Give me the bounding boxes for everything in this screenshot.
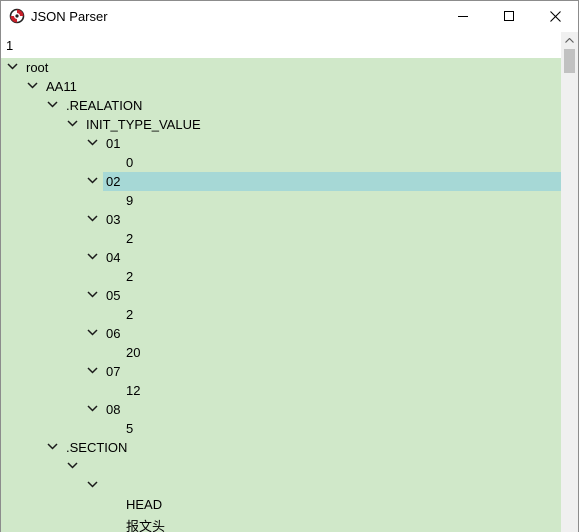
close-button[interactable] — [532, 1, 578, 31]
title-bar[interactable]: JSON Parser — [1, 1, 578, 31]
tree-node-label: 0 — [126, 155, 134, 170]
tree-node[interactable]: 05 — [1, 286, 561, 305]
tree-node-label: 20 — [126, 345, 141, 360]
tree-node[interactable]: 2 — [1, 305, 561, 324]
search-input[interactable] — [1, 32, 578, 58]
tree-node-label: 报文头 — [126, 519, 166, 532]
tree-node[interactable]: 20 — [1, 343, 561, 362]
tree-node-label: 08 — [106, 402, 121, 417]
selection-highlight — [103, 172, 561, 191]
chevron-down-icon[interactable] — [47, 442, 58, 451]
tree-node-selected[interactable]: 02 — [1, 172, 561, 191]
window-title: JSON Parser — [31, 9, 108, 24]
tree-node-label: 2 — [126, 307, 134, 322]
minimize-icon — [458, 16, 468, 17]
tree-node-label: HEAD — [126, 497, 163, 512]
scroll-up-button[interactable] — [561, 32, 578, 49]
search-bar — [1, 32, 578, 58]
chevron-down-icon[interactable] — [87, 290, 98, 299]
tree-node[interactable]: .REALATION — [1, 96, 561, 115]
tree-node-label: .REALATION — [66, 98, 143, 113]
tree-node-label: 04 — [106, 250, 121, 265]
tree-node[interactable]: INIT_TYPE_VALUE — [1, 115, 561, 134]
tree-node-label: 5 — [126, 421, 134, 436]
tree-node[interactable]: 08 — [1, 400, 561, 419]
tree-node[interactable]: 04 — [1, 248, 561, 267]
tree-node-label: 9 — [126, 193, 134, 208]
chevron-down-icon[interactable] — [47, 100, 58, 109]
app-logo-icon — [9, 8, 25, 24]
tree-node-label: 2 — [126, 269, 134, 284]
chevron-down-icon[interactable] — [87, 404, 98, 413]
close-icon — [549, 10, 561, 22]
tree-node-label: 07 — [106, 364, 121, 379]
chevron-down-icon[interactable] — [87, 328, 98, 337]
tree-node[interactable]: 报文头 — [1, 514, 561, 532]
vertical-scrollbar[interactable] — [561, 32, 578, 532]
tree-node[interactable]: root — [1, 58, 561, 77]
tree-node-label: root — [26, 60, 49, 75]
tree-node[interactable]: 01 — [1, 134, 561, 153]
chevron-down-icon[interactable] — [27, 81, 38, 90]
tree-node-label: .SECTION — [66, 440, 128, 455]
tree-node-label: 05 — [106, 288, 121, 303]
chevron-down-icon[interactable] — [87, 214, 98, 223]
tree-node-label: 02 — [106, 174, 121, 189]
tree-node-label: 01 — [106, 136, 121, 151]
tree-node[interactable]: 07 — [1, 362, 561, 381]
chevron-down-icon[interactable] — [87, 252, 98, 261]
tree-node[interactable]: 12 — [1, 381, 561, 400]
tree-node-label: 03 — [106, 212, 121, 227]
maximize-button[interactable] — [486, 1, 532, 31]
tree-node-label: AA11 — [46, 79, 77, 94]
tree-node-label: 06 — [106, 326, 121, 341]
tree-node-label: 12 — [126, 383, 141, 398]
tree-node[interactable]: HEAD — [1, 495, 561, 514]
tree-node[interactable] — [1, 476, 561, 495]
tree-node[interactable]: 5 — [1, 419, 561, 438]
json-tree-view[interactable]: root AA11 .REALATION INIT_TYPE_VALUE 01 0 02 9 0… — [1, 58, 561, 532]
tree-node-label: 2 — [126, 231, 134, 246]
tree-node[interactable]: .SECTION — [1, 438, 561, 457]
maximize-icon — [504, 11, 514, 21]
tree-node[interactable]: 9 — [1, 191, 561, 210]
tree-node[interactable] — [1, 457, 561, 476]
tree-node[interactable]: AA11 — [1, 77, 561, 96]
chevron-down-icon[interactable] — [67, 119, 78, 128]
tree-node[interactable]: 0 — [1, 153, 561, 172]
tree-node[interactable]: 2 — [1, 267, 561, 286]
tree-node[interactable]: 03 — [1, 210, 561, 229]
minimize-button[interactable] — [440, 1, 486, 31]
chevron-down-icon[interactable] — [87, 138, 98, 147]
tree-node[interactable]: 06 — [1, 324, 561, 343]
chevron-up-icon — [565, 38, 574, 43]
tree-node[interactable]: 2 — [1, 229, 561, 248]
chevron-down-icon[interactable] — [87, 366, 98, 375]
chevron-down-icon[interactable] — [87, 176, 98, 185]
chevron-down-icon[interactable] — [67, 461, 78, 470]
chevron-down-icon[interactable] — [87, 480, 98, 489]
tree-node-label: INIT_TYPE_VALUE — [86, 117, 201, 132]
scroll-thumb[interactable] — [564, 49, 575, 73]
app-window: JSON Parser root AA11 .REALATION INIT_TYPE_… — [0, 0, 579, 532]
chevron-down-icon[interactable] — [7, 62, 18, 71]
